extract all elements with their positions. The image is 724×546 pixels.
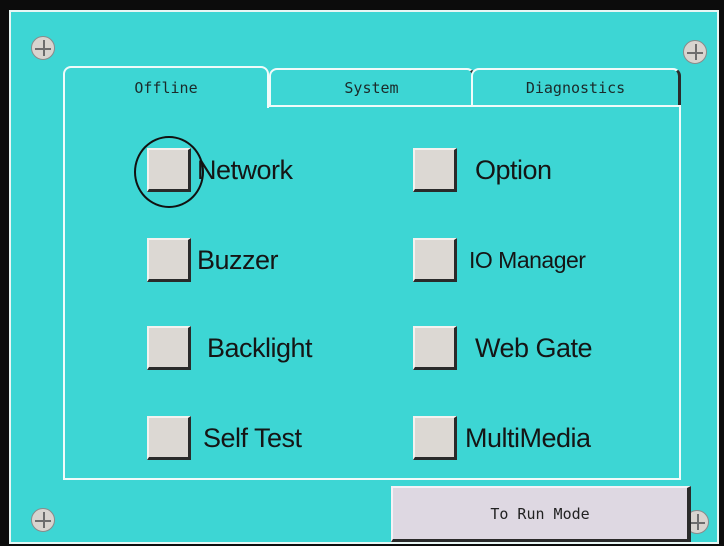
tab-label: System bbox=[344, 79, 399, 97]
io-manager-checkbox[interactable] bbox=[413, 238, 457, 282]
corner-crosshair-icon bbox=[31, 508, 55, 532]
tab-system[interactable]: System bbox=[269, 68, 475, 106]
tab-label: Diagnostics bbox=[525, 79, 626, 97]
web-gate-checkbox[interactable] bbox=[413, 326, 457, 370]
run-button-label: To Run Mode bbox=[490, 504, 590, 523]
backlight-button[interactable]: Backlight bbox=[147, 326, 313, 370]
network-checkbox[interactable] bbox=[147, 148, 191, 192]
web-gate-label: Web Gate bbox=[475, 332, 593, 363]
multimedia-label: MultiMedia bbox=[465, 422, 591, 453]
corner-crosshair-icon bbox=[683, 40, 707, 64]
web-gate-button[interactable]: Web Gate bbox=[413, 326, 593, 370]
network-button[interactable]: Network bbox=[147, 148, 293, 192]
self-test-label: Self Test bbox=[203, 422, 302, 453]
network-label: Network bbox=[197, 154, 293, 185]
tab-label: Offline bbox=[134, 79, 198, 97]
buzzer-label: Buzzer bbox=[197, 244, 279, 275]
option-checkbox[interactable] bbox=[413, 148, 457, 192]
io-manager-button[interactable]: IO Manager bbox=[413, 238, 586, 282]
to-run-mode-button[interactable]: To Run Mode bbox=[391, 486, 691, 542]
tab-offline[interactable]: Offline bbox=[63, 66, 269, 108]
backlight-label: Backlight bbox=[207, 332, 313, 363]
corner-crosshair-icon bbox=[31, 36, 55, 60]
buzzer-button[interactable]: Buzzer bbox=[147, 238, 279, 282]
option-button[interactable]: Option bbox=[413, 148, 552, 192]
touch-panel-screen: Offline System Diagnostics Network Optio… bbox=[9, 10, 719, 544]
multimedia-checkbox[interactable] bbox=[413, 416, 457, 460]
buzzer-checkbox[interactable] bbox=[147, 238, 191, 282]
multimedia-button[interactable]: MultiMedia bbox=[413, 416, 591, 460]
backlight-checkbox[interactable] bbox=[147, 326, 191, 370]
io-manager-label: IO Manager bbox=[469, 246, 586, 273]
self-test-checkbox[interactable] bbox=[147, 416, 191, 460]
self-test-button[interactable]: Self Test bbox=[147, 416, 302, 460]
option-label: Option bbox=[475, 154, 552, 185]
tab-diagnostics[interactable]: Diagnostics bbox=[471, 68, 681, 106]
